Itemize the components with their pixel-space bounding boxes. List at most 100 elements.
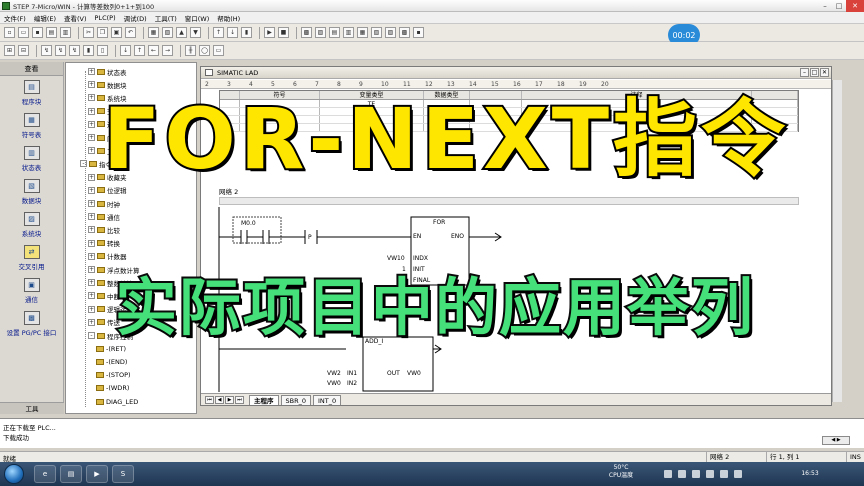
compile-icon[interactable]: ▦ (148, 27, 159, 38)
ie-icon[interactable]: e (34, 465, 56, 483)
next-bookmark-icon[interactable]: ▯ (97, 45, 108, 56)
nav-item-system-block[interactable]: ▨ 系统块 (0, 208, 63, 241)
tree-item[interactable]: + 状态表 (88, 67, 127, 77)
nav-item-communication[interactable]: ▣ 通信 (0, 274, 63, 307)
line-right-icon[interactable]: → (162, 45, 173, 56)
sort-desc-icon[interactable]: ↓ (227, 27, 238, 38)
sort-asc-icon[interactable]: ↑ (213, 27, 224, 38)
program-status-icon[interactable]: ▩ (301, 27, 312, 38)
expand-toggle-icon[interactable]: + (88, 266, 95, 273)
paste-icon[interactable]: ▣ (111, 27, 122, 38)
tray-icon[interactable] (664, 470, 672, 478)
box-icon[interactable]: ▭ (213, 45, 224, 56)
tab-int-0[interactable]: INT_0 (313, 395, 342, 405)
expand-toggle-icon[interactable]: + (88, 226, 95, 234)
expand-toggle-icon[interactable]: + (88, 239, 95, 247)
force-icon[interactable]: ▧ (371, 27, 382, 38)
nav-item-status-table[interactable]: ▥ 状态表 (0, 142, 63, 175)
nav-item-data-block[interactable]: ▧ 数据块 (0, 175, 63, 208)
toggle-symbol-icon[interactable]: ↯ (55, 45, 66, 56)
step7-icon[interactable]: S (112, 465, 134, 483)
nav-item-set-pg-pc-interface[interactable]: ▩ 设置 PG/PC 接口 (0, 307, 63, 340)
chart-status-icon[interactable]: ▤ (329, 27, 340, 38)
undo-icon[interactable]: ↶ (125, 27, 136, 38)
cut-icon[interactable]: ✂ (83, 27, 94, 38)
menu-edit[interactable]: 编辑(E) (30, 13, 60, 23)
open-icon[interactable]: ▭ (18, 27, 29, 38)
nav-item-symbol-table[interactable]: ▦ 符号表 (0, 109, 63, 142)
expand-toggle-icon[interactable]: + (88, 279, 95, 287)
expand-toggle-icon[interactable]: + (88, 252, 95, 260)
add-in1-operand[interactable]: VW2 (327, 370, 341, 377)
expand-toggle-icon[interactable]: - (88, 332, 95, 339)
add-in2-operand[interactable]: VW0 (327, 380, 341, 387)
expand-toggle-icon[interactable]: + (88, 81, 95, 89)
tree-item[interactable]: DIAG_LED (96, 397, 138, 406)
tree-item[interactable]: -(STOP) (96, 371, 131, 380)
tray-icon[interactable] (706, 470, 714, 478)
expand-toggle-icon[interactable]: + (88, 68, 95, 75)
tree-item[interactable]: + 通信 (88, 212, 120, 222)
start-button[interactable] (4, 464, 24, 484)
tab-first-icon[interactable]: ⏮ (205, 396, 214, 404)
upload-icon[interactable]: ▲ (176, 27, 187, 38)
compile-all-icon[interactable]: ▧ (162, 27, 173, 38)
toggle-table-icon[interactable]: ↯ (69, 45, 80, 56)
print-icon[interactable]: ▤ (46, 27, 57, 38)
minimize-button[interactable]: – (818, 0, 832, 12)
explorer-icon[interactable]: ▤ (60, 465, 82, 483)
tab-last-icon[interactable]: ⏭ (235, 396, 244, 404)
stop-icon[interactable]: ■ (278, 27, 289, 38)
add-box[interactable] (362, 336, 434, 392)
tree-item[interactable]: -(WDR) (96, 384, 129, 393)
options-icon[interactable]: ▮ (241, 27, 252, 38)
toggle-comment-icon[interactable]: ↯ (41, 45, 52, 56)
tree-item[interactable]: + 转换 (88, 239, 120, 248)
single-read-icon[interactable]: ▥ (343, 27, 354, 38)
download-icon[interactable]: ▼ (190, 27, 201, 38)
tree-item[interactable]: + 比较 (88, 225, 120, 235)
output-scroll-buttons[interactable]: ◀ ▶ (822, 436, 850, 445)
clock[interactable]: 16:53 (790, 470, 830, 478)
vertical-scrollbar[interactable] (832, 80, 842, 402)
volume-icon[interactable] (734, 470, 742, 478)
copy-icon[interactable]: ❐ (97, 27, 108, 38)
for-indx-operand[interactable]: VW10 (387, 255, 405, 262)
menu-plc[interactable]: PLC(P) (91, 14, 120, 22)
run-icon[interactable]: ▶ (264, 27, 275, 38)
bookmark-icon[interactable]: ▮ (83, 45, 94, 56)
media-player-icon[interactable]: ▶ (86, 465, 108, 483)
expand-toggle-icon[interactable]: + (88, 318, 95, 326)
expand-toggle-icon[interactable]: + (88, 292, 95, 300)
nav-item-cross-reference[interactable]: ⇄ 交叉引用 (0, 241, 63, 274)
nav-item-program-block[interactable]: ▤ 程序块 (0, 76, 63, 109)
menu-window[interactable]: 窗口(W) (181, 13, 214, 23)
read-forced-icon[interactable]: ▪ (413, 27, 424, 38)
save-icon[interactable]: ▪ (32, 27, 43, 38)
line-down-icon[interactable]: ↓ (120, 45, 131, 56)
menu-help[interactable]: 帮助(H) (213, 13, 244, 23)
expand-toggle-icon[interactable]: + (88, 213, 95, 221)
contact-icon[interactable]: ╫ (185, 45, 196, 56)
network-delete-icon[interactable]: ⊟ (18, 45, 29, 56)
unforce-icon[interactable]: ▨ (385, 27, 396, 38)
tab-prev-icon[interactable]: ◀ (215, 396, 224, 404)
tree-item[interactable]: + 数据块 (88, 80, 127, 90)
tab-next-icon[interactable]: ▶ (225, 396, 234, 404)
menu-file[interactable]: 文件(F) (0, 13, 30, 23)
tree-item[interactable]: -(RET) (96, 344, 126, 353)
close-button[interactable]: ✕ (846, 0, 864, 12)
new-icon[interactable]: ▫ (4, 27, 15, 38)
line-left-icon[interactable]: ← (148, 45, 159, 56)
print-preview-icon[interactable]: ▥ (60, 27, 71, 38)
menu-view[interactable]: 查看(V) (60, 13, 91, 23)
menu-debug[interactable]: 调试(D) (120, 13, 151, 23)
unforce-all-icon[interactable]: ▩ (399, 27, 410, 38)
write-all-icon[interactable]: ▦ (357, 27, 368, 38)
tab-main-program[interactable]: 主程序 (249, 395, 279, 405)
network-icon[interactable] (720, 470, 728, 478)
tree-item[interactable]: + 时钟 (88, 199, 120, 209)
tree-item[interactable]: + 计数器 (88, 252, 127, 261)
tab-sbr-0[interactable]: SBR_0 (280, 395, 311, 405)
expand-toggle-icon[interactable]: + (88, 200, 95, 207)
